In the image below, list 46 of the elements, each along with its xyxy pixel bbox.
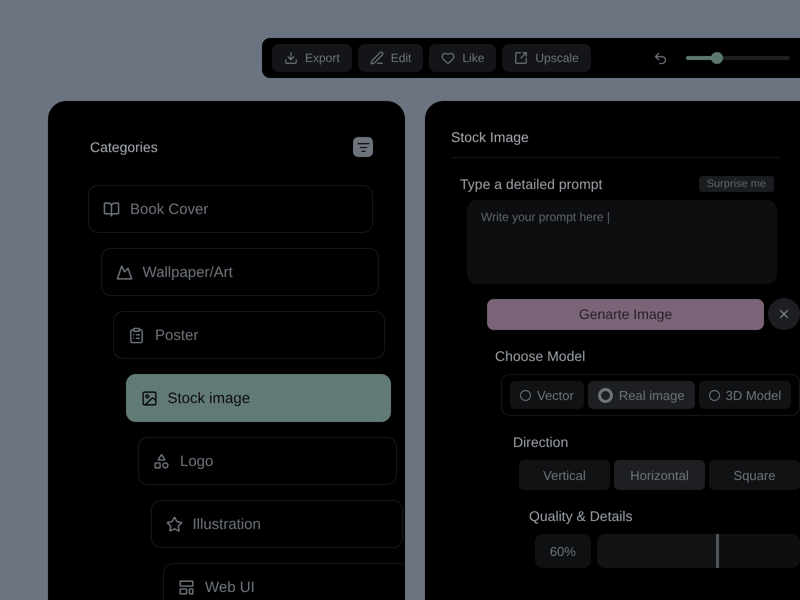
category-item[interactable]: Poster [113,311,385,359]
close-button[interactable] [768,298,800,330]
toolbar-button[interactable]: Upscale [502,44,591,72]
radio-button[interactable] [598,388,613,402]
section-label: Direction [513,434,568,450]
category-item[interactable]: Wallpaper/Art [100,248,379,296]
direction-option[interactable]: Square [709,460,800,490]
direction-option[interactable]: Vertical [519,460,610,490]
section-label: Choose Model [495,348,586,364]
panel-title: Stock Image [451,129,780,158]
toolbar-button[interactable]: Like [429,44,496,72]
model-option[interactable]: Real image [588,381,695,409]
category-item[interactable]: Stock image [126,374,391,422]
category-icon [153,452,170,470]
model-option[interactable]: Vector [510,381,584,409]
category-icon [103,200,120,218]
generate-button[interactable]: Genarte Image [487,298,764,330]
category-item[interactable]: Illustration [150,500,403,548]
toolbar-button[interactable]: Edit [358,44,424,72]
model-option[interactable]: 3D Model [698,381,792,409]
prompt-field[interactable]: Write your prompt here | [467,200,777,284]
slider-thumb[interactable] [711,52,724,64]
category-icon [140,390,158,406]
action-icon [514,51,528,65]
action-icon [441,51,456,65]
undo-icon[interactable] [652,50,668,66]
category-icon [178,578,195,596]
panel-title: Categories [90,139,158,155]
prompt-label: Type a detailed prompt [460,176,602,192]
category-item[interactable]: Web UI [163,563,405,600]
radio-button[interactable] [708,390,720,400]
section-label: Quality & Details [529,508,632,524]
action-icon [284,51,298,65]
category-icon [116,264,132,280]
category-icon [128,326,145,344]
surprise-me-button[interactable]: Surprise me [698,176,774,192]
category-icon [166,516,182,532]
category-item[interactable]: Logo [138,437,397,485]
direction-option[interactable]: Horizontal [614,460,705,490]
radio-button[interactable] [520,390,531,400]
quality-slider[interactable] [596,534,800,568]
quality-value: 60% [535,534,590,568]
toolbar-button[interactable]: Export [272,44,352,72]
action-icon [370,51,384,65]
filter-icon[interactable] [353,137,373,157]
category-item[interactable]: Book Cover [88,185,373,233]
